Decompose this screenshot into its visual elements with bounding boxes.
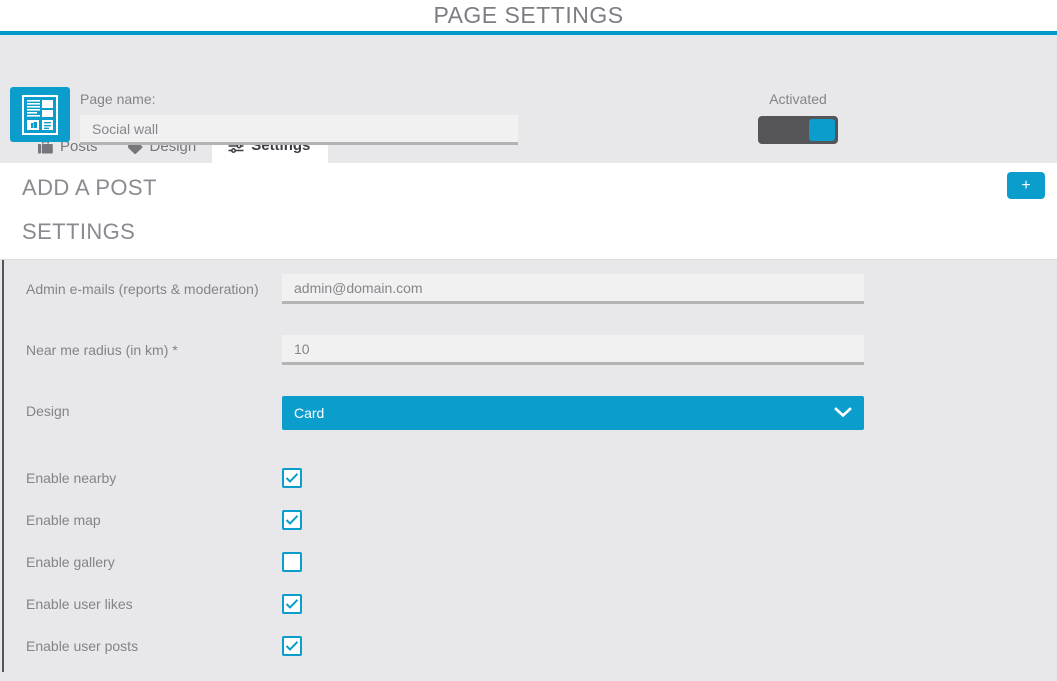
- checkbox-enable-map[interactable]: [282, 510, 302, 530]
- page-name-label: Page name:: [80, 91, 156, 107]
- activated-label: Activated: [769, 91, 827, 107]
- design-select[interactable]: Card: [282, 396, 864, 430]
- checkbox-row-enable-user-posts: Enable user posts: [4, 625, 1057, 667]
- page-layout-icon: [10, 87, 70, 142]
- activation-block: Activated: [758, 91, 838, 144]
- checkbox-enable-nearby[interactable]: [282, 468, 302, 488]
- activated-toggle[interactable]: [758, 116, 838, 144]
- field-near-me-radius-label: Near me radius (in km) *: [26, 342, 178, 358]
- page-name-row: Page name: Activated: [0, 35, 1057, 145]
- near-me-radius-input[interactable]: [282, 335, 864, 365]
- heading-add-a-post: ADD A POST: [22, 175, 157, 200]
- panel-header: ADD A POST SETTINGS +: [0, 163, 1057, 260]
- page-name-block: Page name:: [80, 91, 518, 145]
- checkbox-label-enable-map: Enable map: [26, 511, 101, 528]
- checkbox-row-enable-gallery: Enable gallery: [4, 541, 1057, 583]
- checkbox-enable-gallery[interactable]: [282, 552, 302, 572]
- field-near-me-radius: Near me radius (in km) *: [4, 335, 1057, 377]
- field-admin-emails-label: Admin e-mails (reports & moderation): [26, 281, 259, 297]
- checkbox-label-enable-user-likes: Enable user likes: [26, 595, 133, 612]
- checkbox-label-enable-gallery: Enable gallery: [26, 553, 115, 570]
- checkbox-label-enable-user-posts: Enable user posts: [26, 637, 139, 654]
- add-post-button[interactable]: +: [1007, 172, 1045, 199]
- heading-settings: SETTINGS: [22, 219, 136, 244]
- checkbox-label-enable-nearby: Enable nearby: [26, 469, 117, 486]
- chevron-down-icon: [834, 405, 852, 421]
- page-title: PAGE SETTINGS: [433, 2, 624, 28]
- settings-form: Admin e-mails (reports & moderation) Nea…: [2, 260, 1057, 672]
- checkbox-row-enable-user-comments: Enable user comments: [4, 667, 1057, 672]
- field-design: Design Card: [4, 396, 1057, 438]
- field-design-label: Design: [26, 403, 70, 419]
- titlebar: PAGE SETTINGS: [0, 0, 1057, 35]
- checkbox-enable-user-likes[interactable]: [282, 594, 302, 614]
- checkbox-row-enable-map: Enable map: [4, 499, 1057, 541]
- page-name-input[interactable]: [80, 115, 518, 145]
- design-select-value: Card: [294, 405, 325, 421]
- admin-emails-input[interactable]: [282, 274, 864, 304]
- checkbox-enable-user-posts[interactable]: [282, 636, 302, 656]
- checkbox-row-enable-user-likes: Enable user likes: [4, 583, 1057, 625]
- checkbox-row-enable-nearby: Enable nearby: [4, 457, 1057, 499]
- toggle-knob: [809, 119, 835, 141]
- field-admin-emails: Admin e-mails (reports & moderation): [4, 274, 1057, 316]
